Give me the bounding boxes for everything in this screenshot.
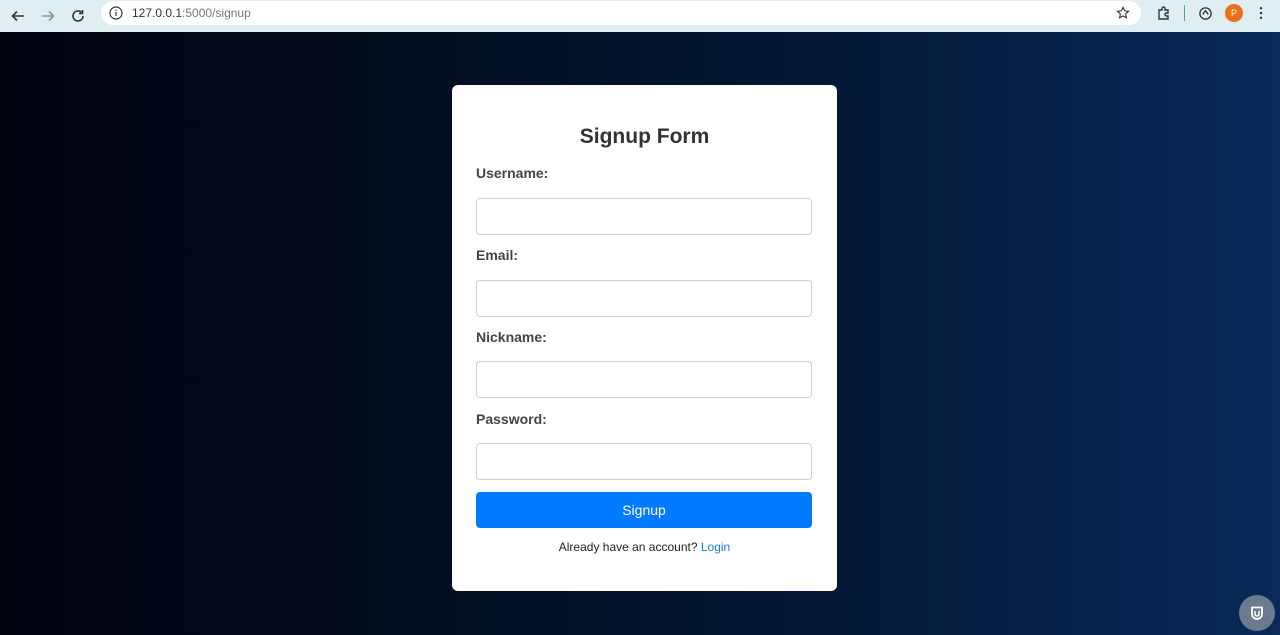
back-arrow-icon <box>11 10 24 22</box>
toolbar-separator <box>1184 5 1185 21</box>
page-viewport: Signup Form Username: Email: Nickname: P… <box>0 32 1280 635</box>
floating-shield-button[interactable] <box>1239 595 1275 631</box>
shield-icon <box>1251 606 1263 620</box>
star-icon <box>1116 6 1130 19</box>
signup-card: Signup Form Username: Email: Nickname: P… <box>452 85 837 591</box>
extensions-button[interactable] <box>1150 1 1178 25</box>
extensions-icon <box>1158 6 1169 20</box>
login-link[interactable]: Login <box>701 540 730 554</box>
nickname-label: Nickname: <box>476 329 547 345</box>
url-path: :5000/signup <box>182 6 251 20</box>
reload-icon <box>72 10 84 22</box>
sync-button[interactable] <box>1191 1 1219 25</box>
password-label: Password: <box>476 411 547 427</box>
browser-menu-button[interactable] <box>1251 1 1271 25</box>
signup-button[interactable]: Signup <box>476 492 812 528</box>
info-icon[interactable] <box>109 6 123 20</box>
forward-button[interactable] <box>34 2 62 30</box>
form-title: Signup Form <box>579 125 710 148</box>
username-label: Username: <box>476 165 549 181</box>
password-input[interactable] <box>476 443 812 480</box>
login-prompt: Already have an account? Login <box>452 540 837 554</box>
login-prompt-text: Already have an account? <box>558 540 698 554</box>
email-input[interactable] <box>476 280 812 317</box>
nickname-input[interactable] <box>476 361 812 398</box>
forward-arrow-icon <box>42 10 55 22</box>
bookmark-star-button[interactable] <box>1115 5 1131 21</box>
back-button[interactable] <box>4 2 32 30</box>
url-text: 127.0.0.1:5000/signup <box>132 6 251 20</box>
browser-toolbar: 127.0.0.1:5000/signup P <box>0 0 1280 32</box>
email-label: Email: <box>476 247 519 263</box>
sync-icon <box>1198 6 1212 20</box>
address-bar[interactable]: 127.0.0.1:5000/signup <box>101 1 1141 25</box>
url-host: 127.0.0.1 <box>132 6 183 20</box>
kebab-menu-icon <box>1259 6 1263 20</box>
username-input[interactable] <box>476 198 812 235</box>
reload-button[interactable] <box>64 2 92 30</box>
profile-avatar[interactable]: P <box>1225 4 1243 22</box>
